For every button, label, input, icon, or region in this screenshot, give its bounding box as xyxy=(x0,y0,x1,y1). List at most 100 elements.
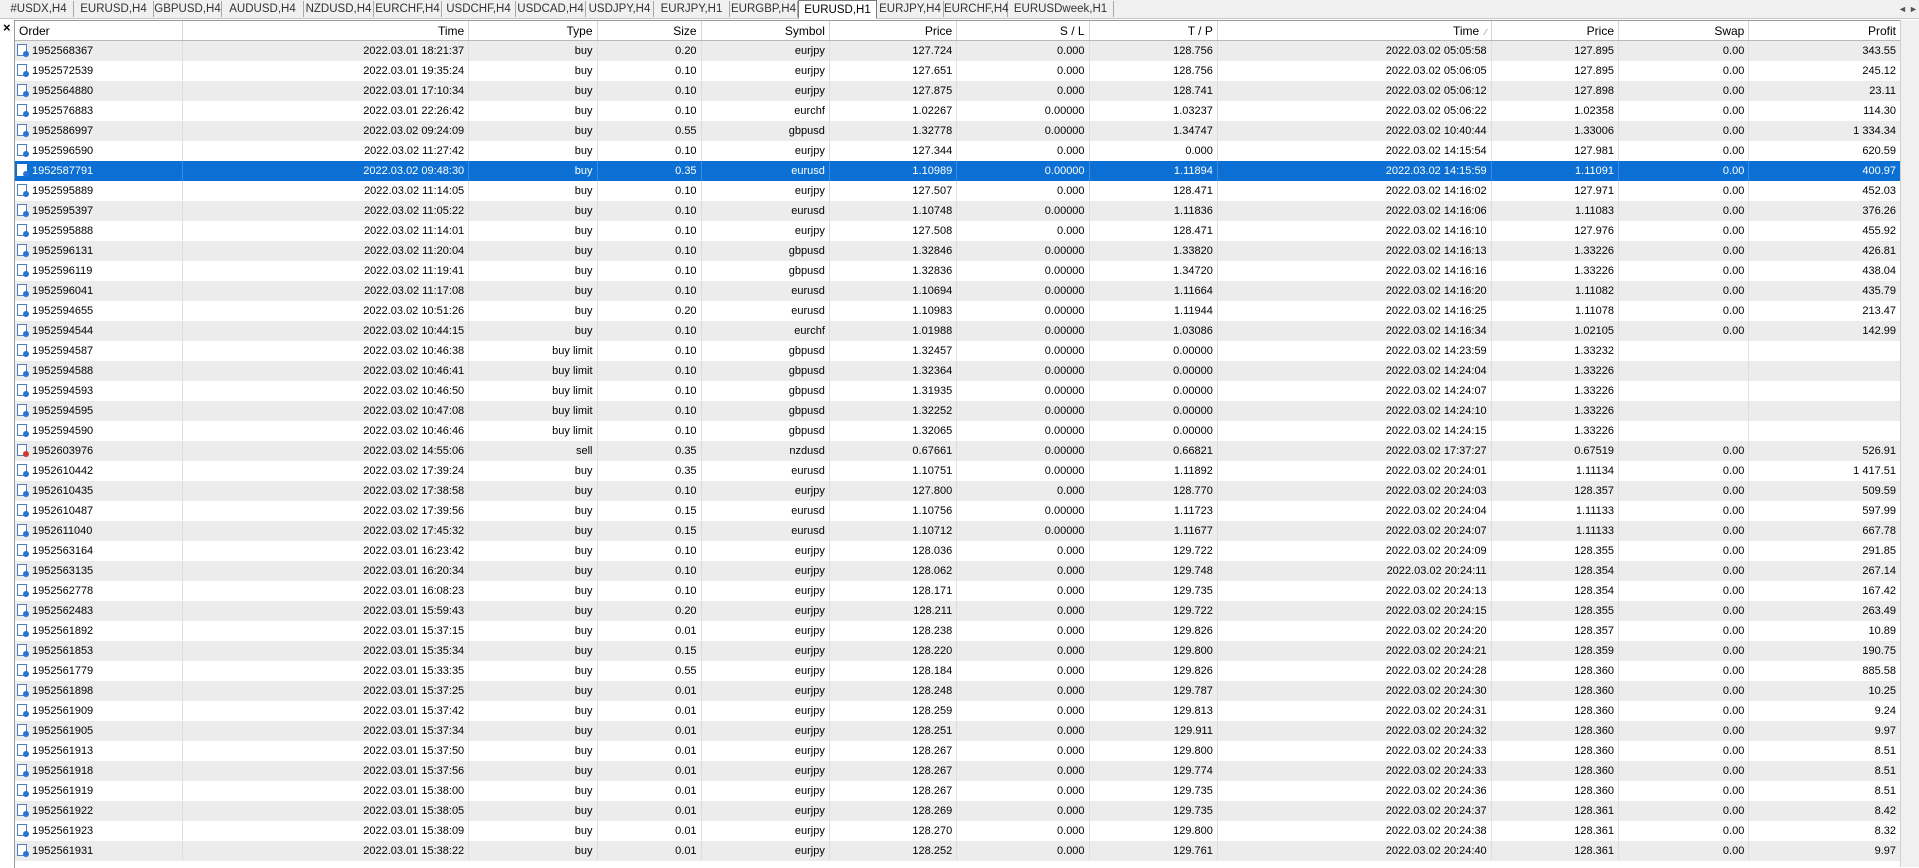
cell-open-time: 2022.03.01 15:59:43 xyxy=(182,600,470,621)
table-row[interactable]: 1952561919 2022.03.01 15:38:00 buy 0.01 eurj… xyxy=(15,780,1901,801)
table-row[interactable]: 1952564880 2022.03.01 17:10:34 buy 0.10 eurj… xyxy=(15,80,1901,101)
cell-type: buy xyxy=(468,540,598,561)
table-row[interactable]: 1952594587 2022.03.02 10:46:38 buy limit 0.… xyxy=(15,340,1901,361)
cell-swap: 0.00 xyxy=(1618,160,1750,181)
column-header-symbol[interactable]: Symbol xyxy=(701,21,830,41)
cell-take-profit: 128.471 xyxy=(1089,220,1218,241)
column-header-size[interactable]: Size xyxy=(597,21,702,41)
table-row[interactable]: 1952595397 2022.03.02 11:05:22 buy 0.10 euru… xyxy=(15,200,1901,221)
table-row[interactable]: 1952611040 2022.03.02 17:45:32 buy 0.15 euru… xyxy=(15,520,1901,541)
table-row[interactable]: 1952596131 2022.03.02 11:20:04 buy 0.10 gbpu… xyxy=(15,240,1901,261)
cell-take-profit: 128.756 xyxy=(1089,60,1218,81)
column-header-swap[interactable]: Swap xyxy=(1618,21,1750,41)
table-row[interactable]: 1952594590 2022.03.02 10:46:46 buy limit 0.… xyxy=(15,420,1901,441)
table-row[interactable]: 1952594588 2022.03.02 10:46:41 buy limit 0.… xyxy=(15,360,1901,381)
cell-close-time: 2022.03.02 14:16:20 xyxy=(1217,280,1492,301)
table-row[interactable]: 1952562778 2022.03.01 16:08:23 buy 0.10 eurj… xyxy=(15,580,1901,601)
buy-order-icon xyxy=(17,844,29,857)
table-row[interactable]: 1952594655 2022.03.02 10:51:26 buy 0.20 euru… xyxy=(15,300,1901,321)
table-row[interactable]: 1952587791 2022.03.02 09:48:30 buy 0.35 euru… xyxy=(15,160,1901,181)
tab-eurchf-h4[interactable]: EURCHF,H4 xyxy=(374,1,442,17)
cell-profit: 267.14 xyxy=(1748,560,1901,581)
column-header-order[interactable]: Order xyxy=(15,21,184,41)
table-row[interactable]: 1952561898 2022.03.01 15:37:25 buy 0.01 eurj… xyxy=(15,680,1901,701)
column-header-close-time[interactable]: Time ∕ xyxy=(1217,21,1492,41)
table-row[interactable]: 1952595889 2022.03.02 11:14:05 buy 0.10 eurj… xyxy=(15,180,1901,201)
table-row[interactable]: 1952561909 2022.03.01 15:37:42 buy 0.01 eurj… xyxy=(15,700,1901,721)
table-row[interactable]: 1952603976 2022.03.02 14:55:06 sell 0.35 nzd… xyxy=(15,440,1901,461)
table-row[interactable]: 1952576883 2022.03.01 22:26:42 buy 0.10 eurc… xyxy=(15,100,1901,121)
table-row[interactable]: 1952561779 2022.03.01 15:33:35 buy 0.55 eurj… xyxy=(15,660,1901,681)
tab-usdjpy-h4[interactable]: USDJPY,H4 xyxy=(586,1,654,17)
table-row[interactable]: 1952562483 2022.03.01 15:59:43 buy 0.20 eurj… xyxy=(15,600,1901,621)
table-row[interactable]: 1952594544 2022.03.02 10:44:15 buy 0.10 eurc… xyxy=(15,320,1901,341)
tab-gbpusd-h4[interactable]: GBPUSD,H4 xyxy=(154,1,222,17)
cell-stop-loss: 0.000 xyxy=(956,80,1090,101)
cell-open-price: 1.32836 xyxy=(829,260,958,281)
tab-eurusd-h4[interactable]: EURUSD,H4 xyxy=(74,1,154,17)
cell-type: buy xyxy=(468,60,598,81)
order-number: 1952561909 xyxy=(32,705,94,717)
table-row[interactable]: 1952586997 2022.03.02 09:24:09 buy 0.55 gbpu… xyxy=(15,120,1901,141)
cell-profit: 114.30 xyxy=(1748,100,1901,121)
tab-eurusdweek-h1[interactable]: EURUSDweek,H1 xyxy=(1008,1,1114,17)
cell-take-profit: 1.11892 xyxy=(1089,460,1218,481)
column-header-stop-loss[interactable]: S / L xyxy=(956,21,1090,41)
table-row[interactable]: 1952561892 2022.03.01 15:37:15 buy 0.01 eurj… xyxy=(15,620,1901,641)
tab-usdcad-h4[interactable]: USDCAD,H4 xyxy=(516,1,586,17)
tab-usdchf-h4[interactable]: USDCHF,H4 xyxy=(442,1,516,17)
tab-eurusd-h1[interactable]: EURUSD,H1 xyxy=(798,0,877,19)
cell-order: 1952596131 xyxy=(15,240,184,261)
cell-swap: 0.00 xyxy=(1618,600,1750,621)
cell-type: buy xyxy=(468,500,598,521)
tab-scroll-left-icon[interactable]: ◄ xyxy=(1898,1,1907,17)
cell-stop-loss: 0.000 xyxy=(956,140,1090,161)
column-header-take-profit[interactable]: T / P xyxy=(1089,21,1218,41)
tab-eurjpy-h4[interactable]: EURJPY,H4 xyxy=(877,1,944,17)
table-row[interactable]: 1952563135 2022.03.01 16:20:34 buy 0.10 eurj… xyxy=(15,560,1901,581)
column-header-open-price[interactable]: Price xyxy=(829,21,958,41)
table-row[interactable]: 1952561913 2022.03.01 15:37:50 buy 0.01 eurj… xyxy=(15,740,1901,761)
table-row[interactable]: 1952596590 2022.03.02 11:27:42 buy 0.10 eurj… xyxy=(15,140,1901,161)
table-row[interactable]: 1952561922 2022.03.01 15:38:05 buy 0.01 eurj… xyxy=(15,800,1901,821)
table-row[interactable]: 1952594593 2022.03.02 10:46:50 buy limit 0.… xyxy=(15,380,1901,401)
tab-scroll-right-icon[interactable]: ► xyxy=(1909,1,1918,17)
table-row[interactable]: 1952563164 2022.03.01 16:23:42 buy 0.10 eurj… xyxy=(15,540,1901,561)
cell-symbol: eurjpy xyxy=(701,740,830,761)
column-header-close-price[interactable]: Price xyxy=(1491,21,1620,41)
buy-order-icon xyxy=(17,64,29,77)
tab-usdx-h4[interactable]: #USDX,H4 xyxy=(4,1,74,17)
tab-eurchf-h4[interactable]: EURCHF,H4 xyxy=(944,1,1009,17)
cell-take-profit: 129.813 xyxy=(1089,700,1218,721)
table-row[interactable]: 1952596041 2022.03.02 11:17:08 buy 0.10 euru… xyxy=(15,280,1901,301)
table-row[interactable]: 1952561853 2022.03.01 15:35:34 buy 0.15 eurj… xyxy=(15,640,1901,661)
table-row[interactable]: 1952561918 2022.03.01 15:37:56 buy 0.01 eurj… xyxy=(15,760,1901,781)
table-row[interactable]: 1952610442 2022.03.02 17:39:24 buy 0.35 euru… xyxy=(15,460,1901,481)
tab-eurjpy-h1[interactable]: EURJPY,H1 xyxy=(654,1,730,17)
table-row[interactable]: 1952561923 2022.03.01 15:38:09 buy 0.01 eurj… xyxy=(15,820,1901,841)
table-row[interactable]: 1952595888 2022.03.02 11:14:01 buy 0.10 eurj… xyxy=(15,220,1901,241)
column-header-profit[interactable]: Profit xyxy=(1748,21,1901,41)
tab-nzdusd-h4[interactable]: NZDUSD,H4 xyxy=(304,1,374,17)
table-row[interactable]: 1952610435 2022.03.02 17:38:58 buy 0.10 eurj… xyxy=(15,480,1901,501)
vertical-scrollbar[interactable] xyxy=(1900,20,1919,867)
cell-type: buy xyxy=(468,40,598,61)
column-header-type[interactable]: Type xyxy=(468,21,598,41)
tab-audusd-h4[interactable]: AUDUSD,H4 xyxy=(222,1,304,17)
column-header-open-time[interactable]: Time xyxy=(182,21,470,41)
table-row[interactable]: 1952561931 2022.03.01 15:38:22 buy 0.01 eurj… xyxy=(15,840,1901,861)
cell-symbol: eurusd xyxy=(701,460,830,481)
table-row[interactable]: 1952594595 2022.03.02 10:47:08 buy limit 0.… xyxy=(15,400,1901,421)
cell-stop-loss: 0.00000 xyxy=(956,120,1090,141)
cell-close-time: 2022.03.02 14:16:34 xyxy=(1217,320,1492,341)
table-row[interactable]: 1952572539 2022.03.01 19:35:24 buy 0.10 eurj… xyxy=(15,60,1901,81)
table-row[interactable]: 1952561905 2022.03.01 15:37:34 buy 0.01 eurj… xyxy=(15,720,1901,741)
table-row[interactable]: 1952596119 2022.03.02 11:19:41 buy 0.10 gbpu… xyxy=(15,260,1901,281)
table-row[interactable]: 1952568367 2022.03.01 18:21:37 buy 0.20 eurj… xyxy=(15,40,1901,61)
cell-open-time: 2022.03.02 10:46:38 xyxy=(182,340,470,361)
close-icon[interactable]: × xyxy=(3,21,11,35)
cell-symbol: eurusd xyxy=(701,520,830,541)
cell-size: 0.10 xyxy=(597,480,702,501)
tab-eurgbp-h4[interactable]: EURGBP,H4 xyxy=(730,1,798,17)
table-row[interactable]: 1952610487 2022.03.02 17:39:56 buy 0.15 euru… xyxy=(15,500,1901,521)
